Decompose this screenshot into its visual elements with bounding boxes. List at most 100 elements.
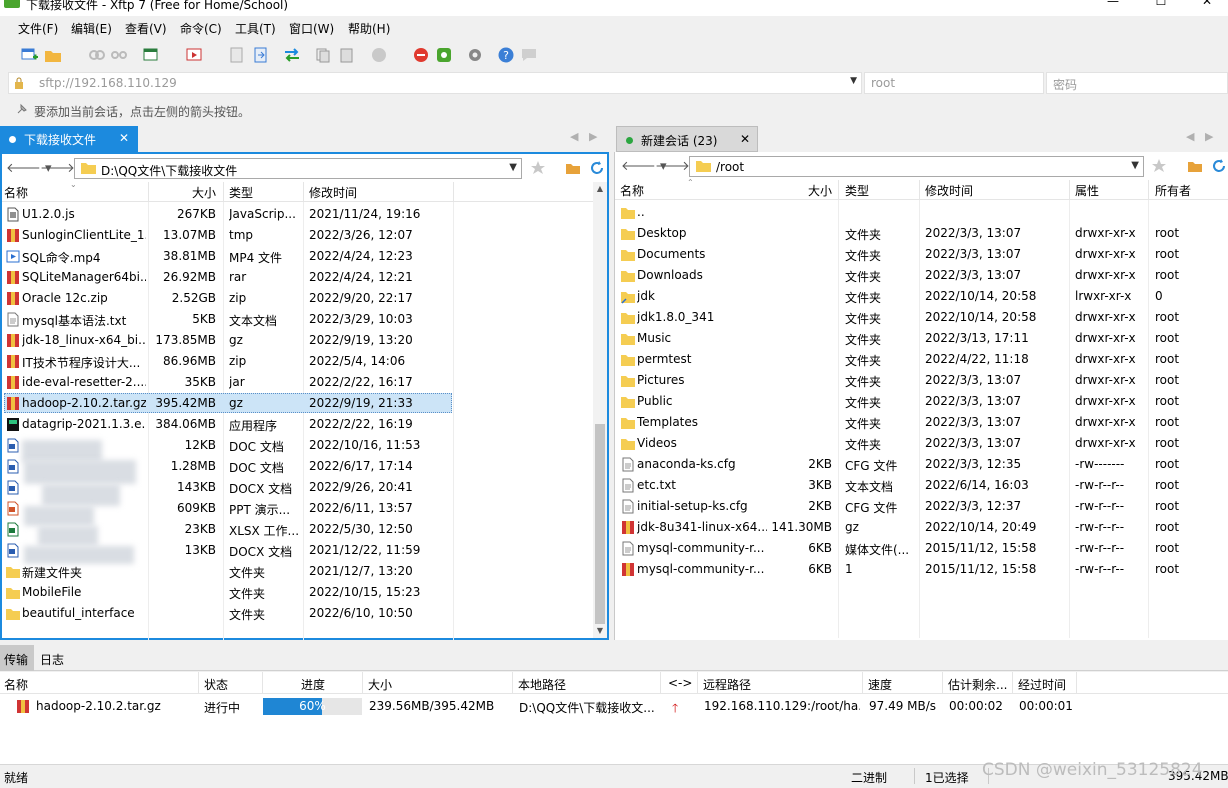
help-icon[interactable]: ? [497, 46, 515, 64]
file-row[interactable]: ide-eval-resetter-2.... 35KB jar 2022/2/22,… [2, 372, 607, 393]
close-tab-icon[interactable]: ✕ [739, 132, 751, 146]
pin-icon[interactable] [16, 103, 28, 115]
scroll-up-icon[interactable]: ▲ [595, 184, 605, 193]
gear-icon[interactable] [466, 46, 484, 64]
col-remaining[interactable]: 估计剩余... [948, 676, 1007, 693]
file-row[interactable]: hadoop-2.10.2.tar.gz 395.42MB gz 2022/9/19,… [2, 393, 607, 414]
folder-row[interactable]: Videos 文件夹 2022/3/3, 13:07 drwxr-xr-x root [615, 433, 1228, 454]
file-row[interactable]: mysql-community-r... 6KB 媒体文件(... 2015/11/1… [615, 538, 1228, 559]
transfer-row[interactable]: hadoop-2.10.2.tar.gz 进行中 60% 239.56MB/39… [0, 696, 1228, 718]
menu-window[interactable]: 窗口(W) [289, 20, 334, 37]
menu-tools[interactable]: 工具(T) [235, 20, 276, 37]
col-attributes[interactable]: 属性 [1075, 182, 1099, 199]
folder-row[interactable]: jdk1.8.0_341 文件夹 2022/10/14, 20:58 drwxr-xr… [615, 307, 1228, 328]
file-properties-icon[interactable] [228, 46, 246, 64]
menu-help[interactable]: 帮助(H) [348, 20, 390, 37]
folder-row[interactable]: MobileFile 文件夹 2022/10/15, 15:23 [2, 582, 607, 603]
file-row[interactable]: SQLiteManager64bi... 26.92MB rar 2022/4/24,… [2, 267, 607, 288]
col-remote-path[interactable]: 远程路径 [703, 676, 751, 693]
file-row[interactable]: jdk-8u341-linux-x64... 141.30MB gz 2022/10/… [615, 517, 1228, 538]
menu-view[interactable]: 查看(V) [125, 20, 167, 37]
folder-row[interactable]: permtest 文件夹 2022/4/22, 11:18 drwxr-xr-x roo… [615, 349, 1228, 370]
chevron-down-icon[interactable]: ▼ [509, 162, 517, 173]
file-row[interactable]: IT技术节程序设计大... 86.96MB zip 2022/5/4, 14:06 [2, 351, 607, 372]
tab-scroll-arrows[interactable]: ◀ ▶ [1186, 130, 1213, 143]
host-address-input[interactable]: sftp://192.168.110.129 ▼ [8, 72, 862, 94]
bookmark-star-icon[interactable] [530, 160, 546, 176]
refresh-icon[interactable] [589, 160, 605, 176]
close-tab-icon[interactable]: ✕ [118, 131, 130, 145]
tab-scroll-arrows[interactable]: ◀ ▶ [570, 130, 597, 143]
col-local-path[interactable]: 本地路径 [518, 676, 566, 693]
file-row[interactable]: anaconda-ks.cfg 2KB CFG 文件 2022/3/3, 12:35 -… [615, 454, 1228, 475]
chevron-down-icon[interactable]: ▼ [1131, 160, 1139, 171]
col-owner[interactable]: 所有者 [1155, 182, 1191, 199]
folder-row[interactable]: Public 文件夹 2022/3/3, 13:07 drwxr-xr-x root [615, 391, 1228, 412]
menu-command[interactable]: 命令(C) [180, 20, 222, 37]
col-direction[interactable]: <-> [668, 676, 692, 690]
remote-path-input[interactable]: /root ▼ [689, 156, 1144, 177]
copy-icon[interactable] [314, 46, 332, 64]
file-row[interactable]: etc.txt 3KB 文本文档 2022/6/14, 16:03 -rw-r--r--… [615, 475, 1228, 496]
col-transfer-name[interactable]: 名称 [4, 676, 28, 693]
maximize-button[interactable]: ☐ [1138, 0, 1184, 14]
new-session-icon[interactable] [20, 46, 38, 64]
tab-local-folder[interactable]: 下载接收文件 ✕ [0, 126, 138, 152]
file-row[interactable]: mysql-community-r... 6KB 1 2015/11/12, 15:5… [615, 559, 1228, 580]
chevron-down-icon[interactable]: ▼ [850, 76, 857, 86]
swap-panes-icon[interactable] [283, 46, 301, 64]
file-row[interactable]: U1.2.0.js 267KB JavaScrip... 2021/11/24, 19… [2, 204, 607, 225]
folder-row[interactable]: jdk 文件夹 2022/10/14, 20:58 lrwxr-xr-x 0 [615, 286, 1228, 307]
local-vertical-scrollbar[interactable]: ▲ ▼ [593, 182, 607, 638]
folder-row[interactable]: 新建文件夹 文件夹 2021/12/7, 13:20 [2, 561, 607, 582]
sync-icon[interactable] [252, 46, 270, 64]
paste-icon[interactable] [338, 46, 356, 64]
tab-remote-session[interactable]: 新建会话 (23) ✕ [616, 126, 758, 152]
scrollbar-thumb[interactable] [595, 424, 605, 624]
col-type[interactable]: 类型 [845, 182, 869, 199]
username-input[interactable]: root [864, 72, 1044, 94]
folder-row[interactable]: Templates 文件夹 2022/3/3, 13:07 drwxr-xr-x roo… [615, 412, 1228, 433]
col-type[interactable]: 类型 [229, 184, 253, 201]
file-row[interactable]: datagrip-2021.1.3.e... 384.06MB 应用程序 2022/2… [2, 414, 607, 435]
menu-file[interactable]: 文件(F) [18, 20, 58, 37]
folder-row[interactable]: Music 文件夹 2022/3/13, 17:11 drwxr-xr-x root [615, 328, 1228, 349]
globe-icon[interactable] [370, 46, 388, 64]
tab-transfer[interactable]: 传输 [0, 645, 34, 671]
file-row[interactable]: jdk-18_linux-x64_bi... 173.85MB gz 2022/9/1… [2, 330, 607, 351]
col-name[interactable]: 名称 [4, 184, 28, 201]
tab-log[interactable]: 日志 [36, 645, 70, 671]
minimize-button[interactable]: — [1090, 0, 1136, 14]
folder-row[interactable]: .. [615, 202, 1228, 223]
home-folder-icon[interactable] [1187, 158, 1203, 174]
col-transfer-status[interactable]: 状态 [204, 676, 228, 693]
scroll-down-icon[interactable]: ▼ [595, 626, 605, 635]
bookmark-star-icon[interactable] [1151, 158, 1167, 174]
password-input[interactable]: 密码 [1046, 72, 1228, 94]
folder-row[interactable]: Documents 文件夹 2022/3/3, 13:07 drwxr-xr-x roo… [615, 244, 1228, 265]
open-folder-icon[interactable] [44, 46, 62, 64]
refresh-icon[interactable] [1211, 158, 1227, 174]
col-name[interactable]: 名称 [620, 182, 644, 199]
file-row[interactable]: SQL命令.mp4 38.81MB MP4 文件 2022/4/24, 12:23 [2, 246, 607, 267]
col-elapsed[interactable]: 经过时间 [1018, 676, 1066, 693]
xshell-icon[interactable] [412, 46, 430, 64]
col-speed[interactable]: 速度 [868, 676, 892, 693]
folder-row[interactable]: Pictures 文件夹 2022/3/3, 13:07 drwxr-xr-x root [615, 370, 1228, 391]
local-path-input[interactable]: D:\QQ文件\下载接收文件 ▼ [74, 158, 522, 179]
col-transfer-size[interactable]: 大小 [368, 676, 392, 693]
col-transfer-progress[interactable]: 进度 [301, 676, 325, 693]
chat-icon[interactable] [520, 46, 538, 64]
menu-edit[interactable]: 编辑(E) [71, 20, 112, 37]
file-row[interactable]: Oracle 12c.zip 2.52GB zip 2022/9/20, 22:17 [2, 288, 607, 309]
folder-row[interactable]: beautiful_interface 文件夹 2022/6/10, 10:50 [2, 603, 607, 624]
transfer-mode[interactable]: 二进制 [851, 769, 887, 786]
col-size[interactable]: 大小 [808, 182, 832, 199]
folder-row[interactable]: Desktop 文件夹 2022/3/3, 13:07 drwxr-xr-x root [615, 223, 1228, 244]
connect-icon[interactable] [88, 46, 106, 64]
col-modified[interactable]: 修改时间 [309, 184, 357, 201]
home-folder-icon[interactable] [565, 160, 581, 176]
close-window-button[interactable]: ✕ [1184, 0, 1228, 14]
new-window-icon[interactable] [142, 46, 160, 64]
xftp-icon[interactable] [435, 46, 453, 64]
